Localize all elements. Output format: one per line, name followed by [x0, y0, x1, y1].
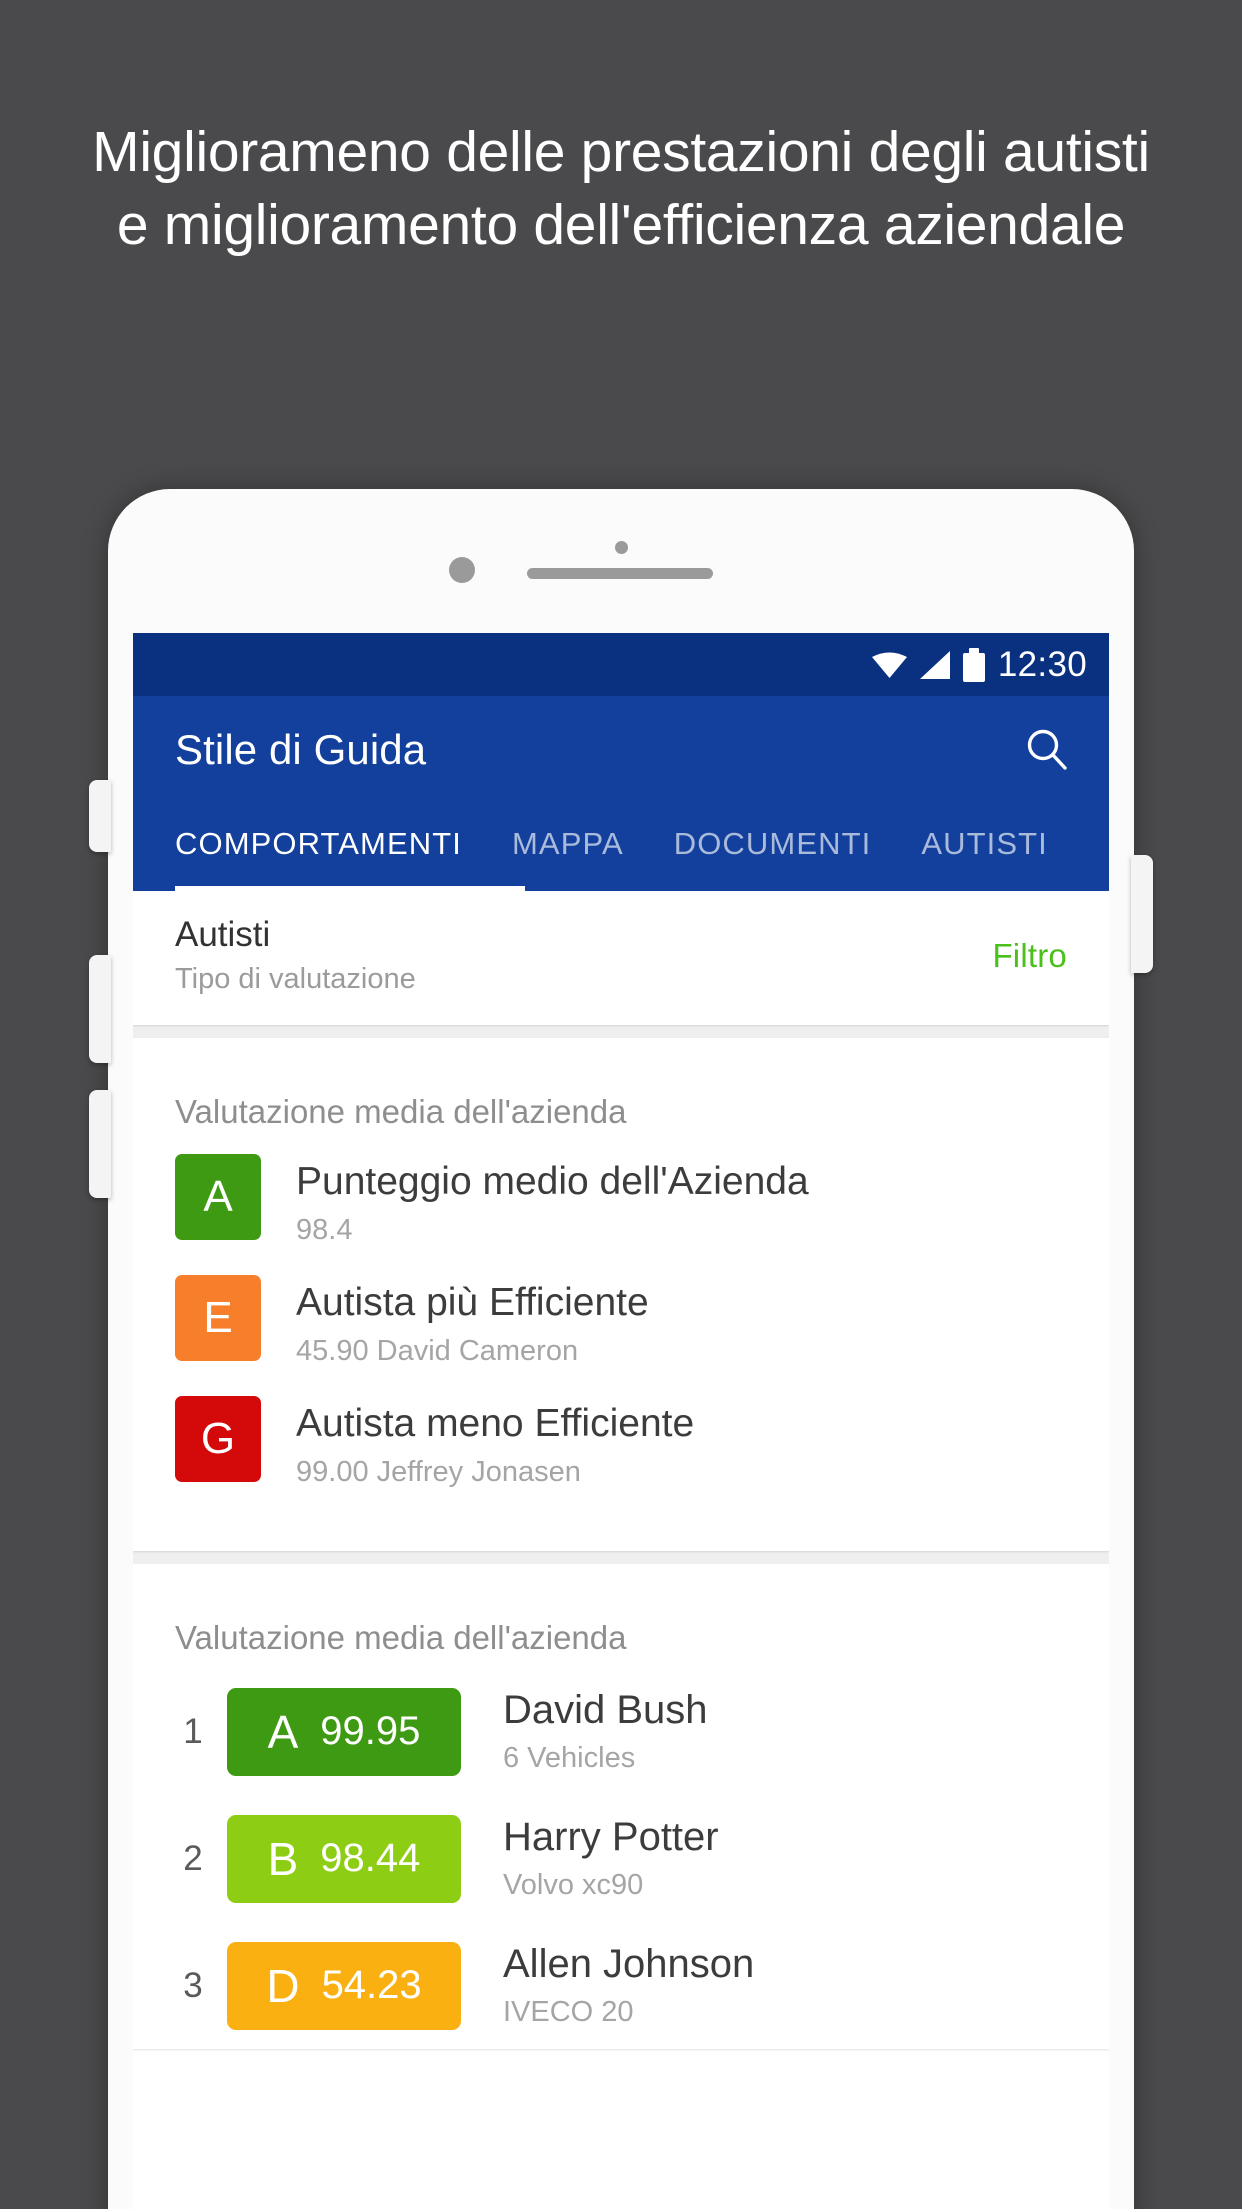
search-icon[interactable]: [1023, 726, 1071, 774]
ranking-section-title: Valutazione media dell'azienda: [175, 1619, 627, 1656]
tab-comportamenti[interactable]: COMPORTAMENTI: [175, 804, 487, 891]
tab-bar: COMPORTAMENTI MAPPA DOCUMENTI AUTISTI: [133, 804, 1109, 891]
content-area: Autisti Tipo di valutazione Filtro Valut…: [133, 891, 1109, 2049]
list-item[interactable]: A Punteggio medio dell'Azienda 98.4: [133, 1142, 1109, 1263]
phone-button-silent[interactable]: [89, 780, 111, 852]
driver-name: David Bush: [503, 1688, 708, 1732]
rank-number: 1: [183, 1711, 203, 1751]
rank-number: 2: [183, 1838, 203, 1878]
phone-screen: 12:30 Stile di Guida COMPORTAMENTI MAPPA…: [133, 633, 1109, 2209]
list-item[interactable]: G Autista meno Efficiente 99.00 Jeffrey …: [133, 1384, 1109, 1505]
summary-subtitle: 98.4: [296, 1214, 353, 1246]
app-title: Stile di Guida: [175, 726, 427, 773]
tab-documenti[interactable]: DOCUMENTI: [649, 804, 897, 891]
filter-subtitle: Tipo di valutazione: [175, 963, 416, 995]
score-badge: B 98.44: [227, 1814, 461, 1903]
rank-score: 98.44: [320, 1836, 421, 1880]
driver-info: Allen Johnson IVECO 20: [503, 1938, 754, 2033]
status-time: 12:30: [997, 645, 1087, 684]
phone-button-volume-up[interactable]: [89, 955, 111, 1063]
active-tab-indicator: [175, 886, 525, 891]
wifi-icon: [871, 652, 907, 678]
list-item[interactable]: E Autista più Efficiente 45.90 David Cam…: [133, 1263, 1109, 1384]
summary-text-group: Autista più Efficiente 45.90 David Camer…: [296, 1275, 649, 1372]
table-row[interactable]: 2 B 98.44 Harry Potter Volvo xc90: [133, 1795, 1109, 1922]
tab-autisti[interactable]: AUTISTI: [896, 804, 1073, 891]
proximity-sensor-icon: [615, 541, 628, 554]
table-row[interactable]: 3 D 54.23 Allen Johnson IVECO 20: [133, 1922, 1109, 2049]
driver-name: Harry Potter: [503, 1815, 719, 1859]
driver-ranking-card: Valutazione media dell'azienda 1 A 99.95…: [133, 1564, 1109, 2049]
rank-number: 3: [183, 1965, 203, 2005]
earpiece-speaker: [527, 568, 713, 579]
grade-badge: G: [175, 1396, 261, 1482]
driver-name: Allen Johnson: [503, 1942, 755, 1986]
filter-card: Autisti Tipo di valutazione Filtro: [133, 891, 1109, 1025]
page-title: Migliorameno delle prestazioni degli aut…: [92, 120, 1150, 257]
phone-button-power[interactable]: [1131, 855, 1153, 973]
battery-icon: [962, 647, 985, 682]
rank-grade: A: [267, 1705, 299, 1758]
summary-title: Punteggio medio dell'Azienda: [296, 1160, 809, 1203]
summary-subtitle: 99.00 Jeffrey Jonasen: [296, 1456, 581, 1488]
app-bar: Stile di Guida: [133, 696, 1109, 804]
filter-label-group: Autisti Tipo di valutazione: [175, 913, 416, 999]
tab-mappa[interactable]: MAPPA: [487, 804, 649, 891]
table-row[interactable]: 1 A 99.95 David Bush 6 Vehicles: [133, 1668, 1109, 1795]
filter-title: Autisti: [175, 915, 271, 954]
grade-badge: E: [175, 1275, 261, 1361]
driver-info: Harry Potter Volvo xc90: [503, 1811, 719, 1906]
filter-button[interactable]: Filtro: [992, 937, 1067, 975]
rank-grade: B: [267, 1832, 299, 1885]
score-badge: A 99.95: [227, 1687, 461, 1776]
summary-section-title: Valutazione media dell'azienda: [175, 1093, 627, 1130]
rank-score: 54.23: [321, 1963, 422, 2007]
summary-text-group: Punteggio medio dell'Azienda 98.4: [296, 1154, 809, 1251]
driver-info: David Bush 6 Vehicles: [503, 1684, 708, 1779]
signal-icon: [919, 650, 950, 679]
front-camera-icon: [449, 557, 475, 583]
filter-row[interactable]: Autisti Tipo di valutazione Filtro: [133, 891, 1109, 1025]
rank-score: 99.95: [320, 1709, 421, 1753]
score-badge: D 54.23: [227, 1941, 461, 2030]
rank-grade: D: [266, 1959, 300, 2012]
grade-badge: A: [175, 1154, 261, 1240]
page-root: Migliorameno delle prestazioni degli aut…: [0, 0, 1242, 2209]
driver-vehicle: Volvo xc90: [503, 1869, 644, 1901]
phone-button-volume-down[interactable]: [89, 1090, 111, 1198]
summary-title: Autista meno Efficiente: [296, 1402, 695, 1445]
driver-vehicle: 6 Vehicles: [503, 1742, 636, 1774]
summary-title: Autista più Efficiente: [296, 1281, 649, 1324]
driver-vehicle: IVECO 20: [503, 1996, 634, 2028]
summary-text-group: Autista meno Efficiente 99.00 Jeffrey Jo…: [296, 1396, 694, 1493]
summary-subtitle: 45.90 David Cameron: [296, 1335, 579, 1367]
status-bar: 12:30: [133, 633, 1109, 696]
company-average-card: Valutazione media dell'azienda A Puntegg…: [133, 1038, 1109, 1551]
